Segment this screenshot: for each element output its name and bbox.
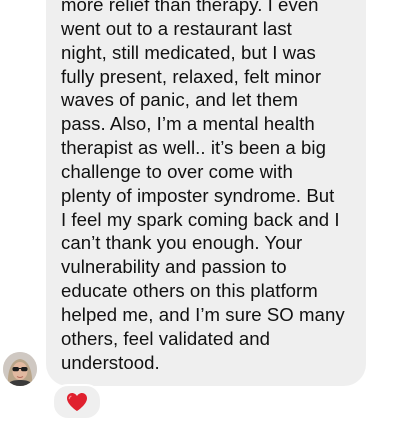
message-line: helped me, and I’m sure SO many <box>61 303 345 325</box>
avatar-photo <box>3 352 37 386</box>
message-line: pass. Also, I’m a mental health <box>61 113 315 135</box>
red-heart-icon <box>67 393 87 411</box>
message-line: vulnerability and passion to <box>61 256 287 278</box>
message-line: night, still medicated, but I was <box>61 41 316 63</box>
message-line: therapist as well.. it’s been a big <box>61 137 326 159</box>
message-line: can’t thank you enough. Your <box>61 232 303 254</box>
message-line: waves of panic, and let them <box>61 89 299 111</box>
message-line: I feel my spark coming back and I <box>61 208 340 230</box>
message-line: educate others on this platform <box>61 280 318 302</box>
message-line: fully present, relaxed, felt minor <box>61 65 322 87</box>
message-line: understood. <box>61 351 160 373</box>
message-line: more relief than therapy. I even <box>61 0 319 15</box>
message-line: plenty of imposter syndrome. But <box>61 184 335 206</box>
message-text: more relief than therapy. I even went ou… <box>61 0 361 375</box>
sender-avatar[interactable] <box>3 352 37 386</box>
message-line: challenge to over come with <box>61 160 293 182</box>
reaction-pill[interactable] <box>52 384 102 420</box>
message-line: others, feel validated and <box>61 327 271 349</box>
message-line: went out to a restaurant last <box>61 17 292 39</box>
